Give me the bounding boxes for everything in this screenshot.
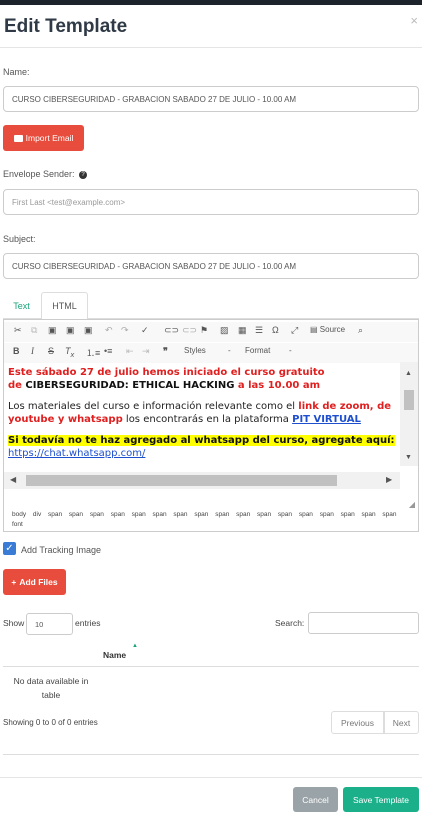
content-line-2: de CIBERSEGURIDAD: ETHICAL HACKING a las… [8,380,321,391]
previous-button[interactable]: Previous [331,711,384,734]
paste-text-icon[interactable]: ▣ [66,325,75,336]
editor-horizontal-scrollbar[interactable]: ◀ ▶ [4,472,400,489]
hr-icon[interactable]: ☰ [255,325,263,336]
tab-text[interactable]: Text [3,292,40,319]
show-label: Show [3,618,25,628]
editor-vertical-scrollbar[interactable]: ▲ ▼ [400,362,418,466]
find-icon[interactable]: ⌕ [358,325,363,336]
element-path: body div span span span span span span s… [12,511,397,528]
format-dropdown[interactable]: Format [245,346,270,355]
scroll-right-icon[interactable]: ▶ [386,475,392,484]
whatsapp-link[interactable]: https://chat.whatsapp.com/ [8,448,145,459]
styles-dropdown-arrow[interactable]: - [228,346,231,355]
editor-content[interactable]: Este sábado 27 de julio hemos iniciado e… [4,362,400,466]
paste-word-icon[interactable]: ▣ [84,325,93,336]
sender-label: Envelope Sender: ? [3,169,88,179]
import-email-button[interactable]: Import Email [3,125,84,151]
link-icon[interactable]: ⊂⊃ [164,325,179,336]
italic-icon[interactable]: I [31,346,34,356]
tracking-label: Add Tracking Image [21,545,102,555]
unlink-icon[interactable]: ⊂⊃ [182,325,197,336]
cut-icon[interactable]: ✂ [14,325,22,336]
subject-input[interactable]: CURSO CIBERSEGURIDAD - GRABACION SABADO … [3,253,419,279]
entries-select[interactable]: 10 [26,613,73,635]
column-header-name[interactable]: Name [103,650,126,660]
sender-input[interactable]: First Last <test@example.com> [3,189,419,215]
redo-icon[interactable]: ↷ [121,325,129,336]
maximize-icon[interactable]: ⤢ [291,325,298,336]
format-dropdown-arrow[interactable]: - [289,346,292,355]
content-paragraph-3: Si todavía no te haz agregado al whatsap… [8,435,395,459]
pit-virtual-link[interactable]: PIT VIRTUAL [292,414,361,425]
paste-icon[interactable]: ▣ [48,325,57,336]
table-header-divider [3,666,419,667]
vertical-scroll-thumb[interactable] [404,390,414,410]
spellcheck-icon[interactable]: ✓ [141,325,149,336]
scroll-down-icon[interactable]: ▼ [405,454,412,461]
content-line-1: Este sábado 27 de julio hemos iniciado e… [8,367,325,378]
image-icon[interactable]: ▨ [220,325,229,336]
table-bottom-divider [3,754,419,755]
envelope-icon [13,134,23,142]
strike-icon[interactable]: S [48,346,54,356]
footer-divider [0,777,422,778]
editor-toolbar-row-2: B I S Tx ⒈≡ •≡ ⇤ ⇥ ❞ Styles - Format - [4,343,418,363]
bold-icon[interactable]: B [13,346,20,356]
outdent-icon[interactable]: ⇤ [126,346,134,357]
name-label: Name: [3,67,30,77]
anchor-icon[interactable]: ⚑ [200,325,208,336]
remove-format-icon[interactable]: Tx [65,346,74,359]
modal-title: Edit Template [4,16,128,37]
top-bar [0,0,422,5]
source-button[interactable]: ▤ Source [310,325,345,334]
add-files-button[interactable]: + Add Files [3,569,66,595]
next-button[interactable]: Next [384,711,419,734]
blockquote-icon[interactable]: ❞ [163,346,168,357]
copy-icon[interactable]: ⧉ [31,325,37,336]
header-divider [0,47,422,48]
table-info: Showing 0 to 0 of 0 entries [3,718,98,727]
subject-label: Subject: [3,234,36,244]
name-input[interactable]: CURSO CIBERSEGURIDAD - GRABACION SABADO … [3,86,419,112]
entries-label: entries [75,618,101,628]
search-input[interactable] [308,612,419,634]
import-email-label: Import Email [25,133,74,143]
help-icon[interactable]: ? [79,170,88,179]
close-icon[interactable]: × [410,13,418,28]
save-template-button[interactable]: Save Template [343,787,419,812]
horizontal-scroll-thumb[interactable] [26,475,337,486]
tab-html[interactable]: HTML [41,292,88,320]
scroll-up-icon[interactable]: ▲ [405,370,412,377]
scroll-left-icon[interactable]: ◀ [10,475,16,484]
special-char-icon[interactable]: Ω [272,325,279,335]
editor-tabs: Text HTML [3,292,419,320]
add-files-label: Add Files [19,577,58,587]
undo-icon[interactable]: ↶ [105,325,113,336]
rich-text-editor: ✂ ⧉ ▣ ▣ ▣ ↶ ↷ ✓ ⊂⊃ ⊂⊃ ⚑ ▨ ▦ ☰ Ω ⤢ ▤ Sour… [3,319,419,532]
content-paragraph-2: Los materiales del curso e información r… [8,401,392,425]
search-label: Search: [275,618,305,628]
cancel-button[interactable]: Cancel [293,787,338,812]
resize-handle-icon[interactable]: ◢ [409,500,415,509]
editor-toolbar-row-1: ✂ ⧉ ▣ ▣ ▣ ↶ ↷ ✓ ⊂⊃ ⊂⊃ ⚑ ▨ ▦ ☰ Ω ⤢ ▤ Sour… [4,322,418,342]
bullet-list-icon[interactable]: •≡ [104,346,112,356]
table-icon[interactable]: ▦ [238,325,247,336]
table-empty-message: No data available in table [13,676,89,700]
numbered-list-icon[interactable]: ⒈≡ [86,346,100,359]
sort-asc-icon: ▲ [132,643,138,649]
styles-dropdown[interactable]: Styles [184,346,206,355]
plus-icon: + [11,577,17,587]
tracking-checkbox[interactable]: ✓ [3,542,16,555]
indent-icon[interactable]: ⇥ [142,346,150,357]
